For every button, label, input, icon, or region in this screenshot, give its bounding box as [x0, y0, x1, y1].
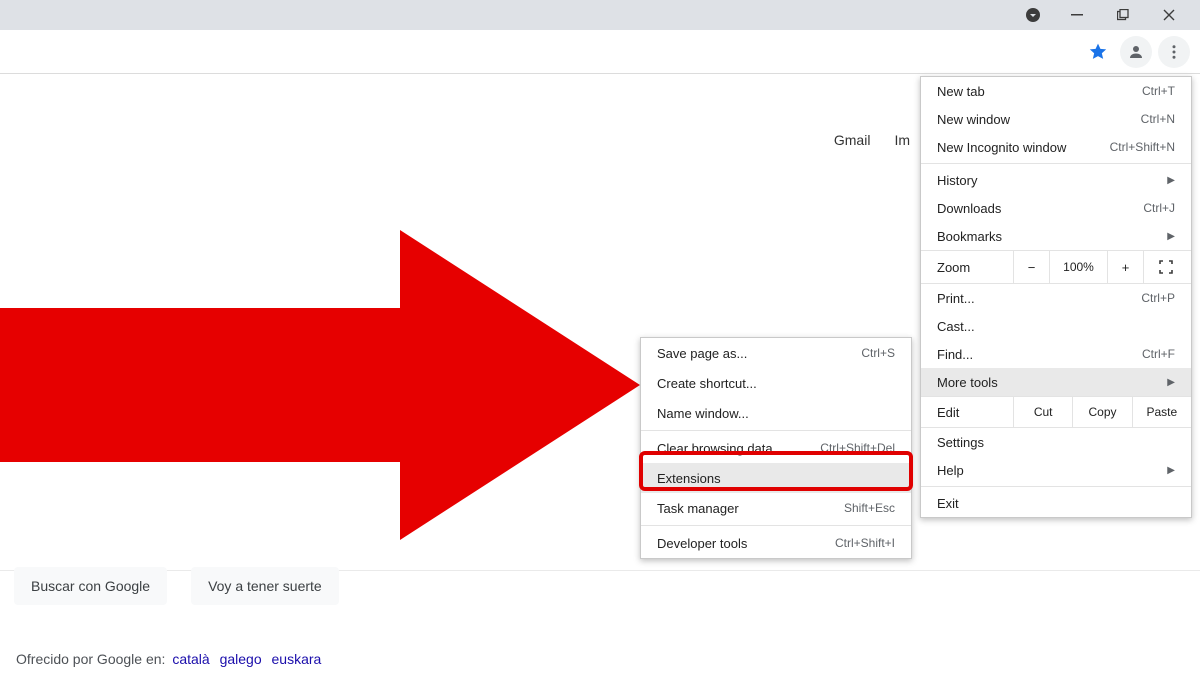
submenu-extensions[interactable]: Extensions	[641, 463, 911, 493]
copy-button[interactable]: Copy	[1072, 397, 1131, 427]
menu-separator	[641, 430, 911, 431]
zoom-in-button[interactable]: +	[1107, 251, 1143, 283]
submenu-task-manager[interactable]: Task managerShift+Esc	[641, 493, 911, 523]
more-menu-button[interactable]	[1158, 36, 1190, 68]
menu-history[interactable]: History▶	[921, 166, 1191, 194]
close-button[interactable]	[1146, 0, 1192, 30]
images-link[interactable]: Im	[894, 132, 910, 148]
lang-link-catala[interactable]: català	[172, 651, 209, 667]
menu-bookmarks[interactable]: Bookmarks▶	[921, 222, 1191, 250]
fullscreen-icon	[1159, 260, 1173, 274]
submenu-save-page[interactable]: Save page as...Ctrl+S	[641, 338, 911, 368]
submenu-devtools[interactable]: Developer toolsCtrl+Shift+I	[641, 528, 911, 558]
fullscreen-button[interactable]	[1143, 251, 1187, 283]
profile-button[interactable]	[1120, 36, 1152, 68]
lang-link-euskara[interactable]: euskara	[272, 651, 322, 667]
menu-new-window[interactable]: New windowCtrl+N	[921, 105, 1191, 133]
menu-separator	[921, 163, 1191, 164]
menu-find[interactable]: Find...Ctrl+F	[921, 340, 1191, 368]
maximize-button[interactable]	[1100, 0, 1146, 30]
language-offer: Ofrecido por Google en: català galego eu…	[16, 651, 324, 667]
menu-separator	[921, 486, 1191, 487]
zoom-out-button[interactable]: −	[1013, 251, 1049, 283]
menu-exit[interactable]: Exit	[921, 489, 1191, 517]
cut-button[interactable]: Cut	[1013, 397, 1072, 427]
chevron-right-icon: ▶	[1167, 377, 1175, 388]
gmail-link[interactable]: Gmail	[834, 132, 871, 148]
menu-help[interactable]: Help▶	[921, 456, 1191, 484]
browser-toolbar	[0, 30, 1200, 74]
window-titlebar	[0, 0, 1200, 30]
chevron-right-icon: ▶	[1167, 231, 1175, 242]
edit-label: Edit	[921, 397, 1013, 427]
chrome-main-menu: New tabCtrl+T New windowCtrl+N New Incog…	[920, 76, 1192, 518]
menu-incognito[interactable]: New Incognito windowCtrl+Shift+N	[921, 133, 1191, 161]
menu-downloads[interactable]: DownloadsCtrl+J	[921, 194, 1191, 222]
menu-edit-row: Edit Cut Copy Paste	[921, 396, 1191, 428]
offer-prefix: Ofrecido por Google en:	[16, 651, 165, 667]
menu-more-tools[interactable]: More tools▶	[921, 368, 1191, 396]
search-buttons-row: Buscar con Google Voy a tener suerte	[14, 567, 339, 605]
more-tools-submenu: Save page as...Ctrl+S Create shortcut...…	[640, 337, 912, 559]
paste-button[interactable]: Paste	[1132, 397, 1191, 427]
menu-cast[interactable]: Cast...	[921, 312, 1191, 340]
menu-separator	[641, 525, 911, 526]
menu-zoom-row: Zoom − 100% +	[921, 250, 1191, 284]
menu-new-tab[interactable]: New tabCtrl+T	[921, 77, 1191, 105]
chrome-dropdown-icon[interactable]	[1022, 7, 1044, 23]
submenu-clear-data[interactable]: Clear browsing data...Ctrl+Shift+Del	[641, 433, 911, 463]
google-search-button[interactable]: Buscar con Google	[14, 567, 167, 605]
menu-settings[interactable]: Settings	[921, 428, 1191, 456]
menu-print[interactable]: Print...Ctrl+P	[921, 284, 1191, 312]
feeling-lucky-button[interactable]: Voy a tener suerte	[191, 567, 339, 605]
zoom-value: 100%	[1049, 251, 1107, 283]
chevron-right-icon: ▶	[1167, 465, 1175, 476]
minimize-button[interactable]	[1054, 0, 1100, 30]
bookmark-star-icon[interactable]	[1082, 36, 1114, 68]
submenu-create-shortcut[interactable]: Create shortcut...	[641, 368, 911, 398]
chevron-right-icon: ▶	[1167, 175, 1175, 186]
lang-link-galego[interactable]: galego	[220, 651, 262, 667]
submenu-name-window[interactable]: Name window...	[641, 398, 911, 428]
zoom-label: Zoom	[921, 260, 1013, 275]
header-links: Gmail Im	[834, 132, 910, 148]
